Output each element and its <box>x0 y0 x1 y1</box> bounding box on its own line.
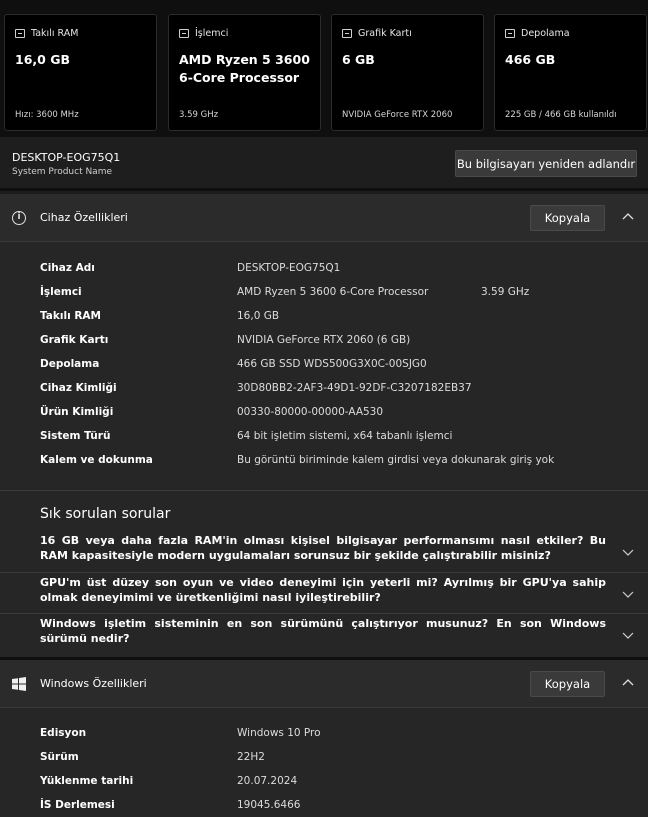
spec-key: Depolama <box>40 358 100 370</box>
spec-key: Edisyon <box>40 727 87 739</box>
card-sub: Hızı: 3600 MHz <box>15 110 79 120</box>
card-value: 466 GB <box>505 52 556 67</box>
rename-pc-button[interactable]: Bu bilgisayarı yeniden adlandır <box>455 150 637 177</box>
spec-value: 19045.6466 <box>237 799 301 811</box>
card-sub: NVIDIA GeForce RTX 2060 <box>342 110 453 120</box>
spec-value: DESKTOP-EOG75Q1 <box>237 262 341 274</box>
spec-row: Cihaz Kimliği 30D80BB2-2AF3-49D1-92DF-C32… <box>0 378 648 402</box>
spec-row: Takılı RAM 16,0 GB <box>0 306 648 330</box>
spec-value: 466 GB SSD WDS500G3X0C-00SJG0 <box>237 358 427 370</box>
card-label: Grafik Kartı <box>358 28 412 39</box>
card-sub: 225 GB / 466 GB kullanıldı <box>505 110 617 120</box>
graphics-card-icon <box>342 29 352 38</box>
info-icon: i <box>12 211 26 225</box>
ram-icon <box>15 29 25 38</box>
faq-item[interactable]: 16 GB veya daha fazla RAM'in olması kişi… <box>0 531 648 572</box>
chevron-up-icon[interactable] <box>620 675 636 691</box>
spec-key: Ürün Kimliği <box>40 406 114 418</box>
card-ram: Takılı RAM 16,0 GB Hızı: 3600 MHz <box>4 14 157 131</box>
section-title: Cihaz Özellikleri <box>40 211 128 224</box>
spec-value: 16,0 GB <box>237 310 280 322</box>
spec-key: Yüklenme tarihi <box>40 775 134 787</box>
spec-key: Sistem Türü <box>40 430 111 442</box>
processor-icon <box>179 29 189 38</box>
device-name: DESKTOP-EOG75Q1 <box>12 151 121 164</box>
spec-row: Sistem Türü 64 bit işletim sistemi, x64 t… <box>0 426 648 450</box>
spec-value: 00330-80000-00000-AA530 <box>237 406 384 418</box>
card-value: 16,0 GB <box>15 52 70 67</box>
card-label: Takılı RAM <box>31 28 79 39</box>
windows-specs-panel: Edisyon Windows 10 Pro Sürüm 22H2 Yüklenme… <box>0 708 648 817</box>
spec-key: Cihaz Adı <box>40 262 95 274</box>
spec-value: 30D80BB2-2AF3-49D1-92DF-C3207182EB37 <box>237 382 472 394</box>
card-storage: Depolama 466 GB 225 GB / 466 GB kullanıl… <box>494 14 647 131</box>
faq-section: Sık sorulan sorular 16 GB veya daha fazl… <box>0 490 648 657</box>
spec-row: Sürüm 22H2 <box>0 747 648 771</box>
spec-row: İS Derlemesi 19045.6466 <box>0 795 648 817</box>
spec-key: Takılı RAM <box>40 310 101 322</box>
chevron-up-icon[interactable] <box>620 209 636 225</box>
device-specs-header[interactable]: i Cihaz Özellikleri Kopyala <box>0 194 648 242</box>
spec-extra: 3.59 GHz <box>481 286 530 298</box>
faq-title: Sık sorulan sorular <box>40 506 171 522</box>
spec-key: Grafik Kartı <box>40 334 109 346</box>
summary-cards: Takılı RAM 16,0 GB Hızı: 3600 MHz İşlemc… <box>0 0 648 137</box>
spec-value: 20.07.2024 <box>237 775 298 787</box>
chevron-down-icon <box>622 632 634 639</box>
spec-value: 64 bit işletim sistemi, x64 tabanlı işle… <box>237 430 453 442</box>
faq-item[interactable]: Windows işletim sisteminin en son sürümü… <box>0 613 648 654</box>
windows-logo-icon <box>12 677 26 691</box>
spec-value: NVIDIA GeForce RTX 2060 (6 GB) <box>237 334 411 346</box>
faq-question: Windows işletim sisteminin en son sürümü… <box>40 617 606 645</box>
spec-key: Sürüm <box>40 751 79 763</box>
spec-key: Kalem ve dokunma <box>40 454 153 466</box>
spec-value: AMD Ryzen 5 3600 6-Core Processor <box>237 286 429 298</box>
device-model: System Product Name <box>12 167 113 177</box>
spec-row: İşlemci AMD Ryzen 5 3600 6-Core Processor… <box>0 282 648 306</box>
spec-value: Windows 10 Pro <box>237 727 321 739</box>
spec-row: Ürün Kimliği 00330-80000-00000-AA530 <box>0 402 648 426</box>
card-value: 6 GB <box>342 52 375 67</box>
copy-windows-specs-button[interactable]: Kopyala <box>530 671 605 697</box>
spec-row: Depolama 466 GB SSD WDS500G3X0C-00SJG0 <box>0 354 648 378</box>
chevron-down-icon <box>622 549 634 556</box>
windows-specs-header[interactable]: Windows Özellikleri Kopyala <box>0 660 648 708</box>
faq-question: 16 GB veya daha fazla RAM'in olması kişi… <box>40 534 606 562</box>
spec-row: Edisyon Windows 10 Pro <box>0 723 648 747</box>
faq-question: GPU'm üst düzey son oyun ve video deneyi… <box>40 576 606 604</box>
spec-row: Grafik Kartı NVIDIA GeForce RTX 2060 (6 G… <box>0 330 648 354</box>
spec-row: Yüklenme tarihi 20.07.2024 <box>0 771 648 795</box>
copy-device-specs-button[interactable]: Kopyala <box>530 205 605 231</box>
card-graphics: Grafik Kartı 6 GB NVIDIA GeForce RTX 206… <box>331 14 484 131</box>
faq-item[interactable]: GPU'm üst düzey son oyun ve video deneyi… <box>0 572 648 613</box>
spec-key: İS Derlemesi <box>40 799 115 811</box>
spec-row: Kalem ve dokunma Bu görüntü biriminde kal… <box>0 450 648 474</box>
spec-row: Cihaz Adı DESKTOP-EOG75Q1 <box>0 258 648 282</box>
section-title: Windows Özellikleri <box>40 677 147 690</box>
card-sub: 3.59 GHz <box>179 110 219 120</box>
device-header: DESKTOP-EOG75Q1 System Product Name Bu b… <box>0 137 648 191</box>
chevron-down-icon <box>622 591 634 598</box>
storage-icon <box>505 29 515 38</box>
spec-key: Cihaz Kimliği <box>40 382 117 394</box>
card-value: AMD Ryzen 5 3600 6-Core Processor <box>179 52 310 85</box>
device-specs-panel: Cihaz Adı DESKTOP-EOG75Q1 İşlemci AMD Ryze… <box>0 242 648 490</box>
card-label: Depolama <box>521 28 570 39</box>
spec-value: Bu görüntü biriminde kalem girdisi veya … <box>237 454 555 466</box>
card-label: İşlemci <box>195 28 229 39</box>
spec-value: 22H2 <box>237 751 265 763</box>
card-processor: İşlemci AMD Ryzen 5 3600 6-Core Processo… <box>168 14 321 131</box>
spec-key: İşlemci <box>40 286 82 298</box>
